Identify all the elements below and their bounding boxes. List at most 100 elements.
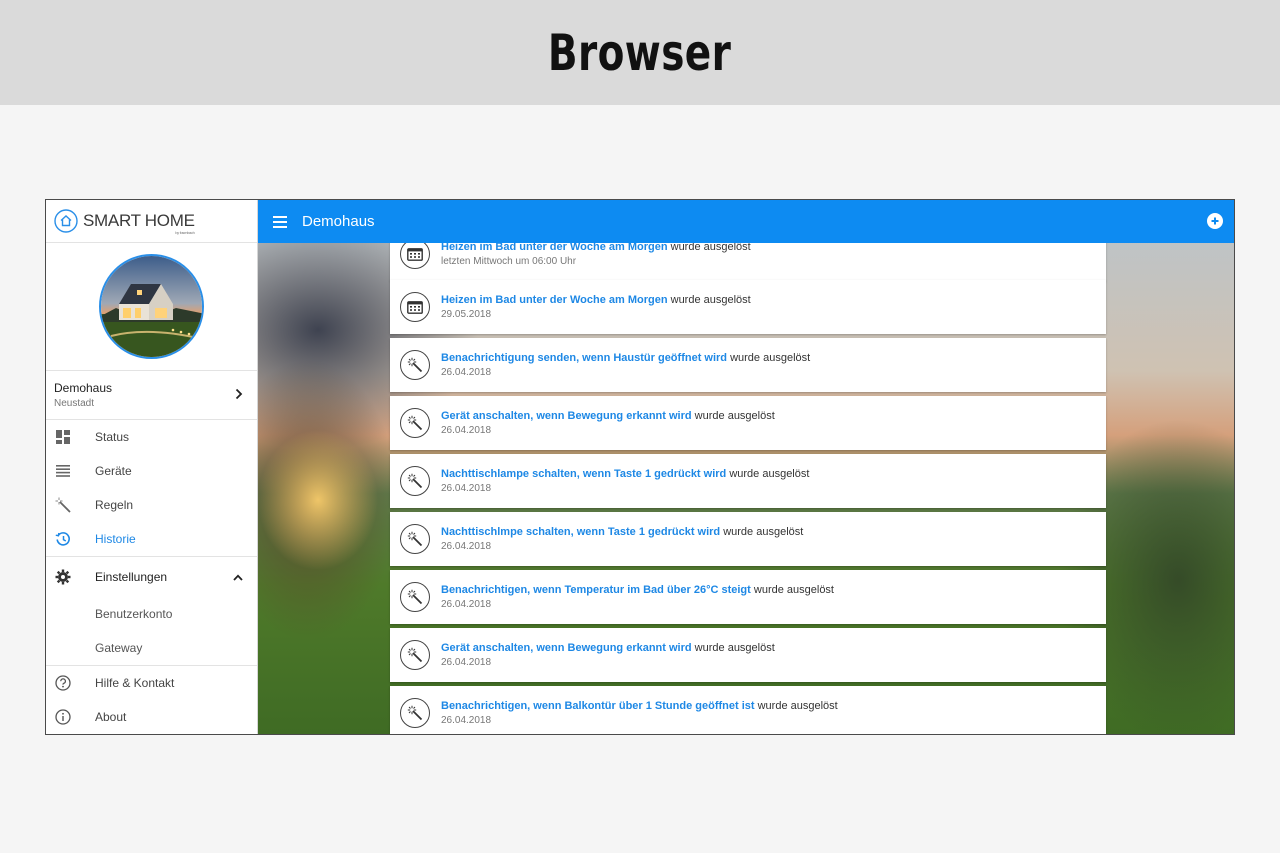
nav-item-about[interactable]: About — [46, 700, 257, 734]
dashboard-icon — [55, 429, 71, 445]
home-avatar[interactable] — [99, 254, 204, 359]
history-icon — [55, 531, 71, 547]
magic-wand-icon — [400, 466, 430, 496]
history-card-title: Nachttischlampe schalten, wenn Taste 1 g… — [441, 468, 809, 480]
history-card[interactable]: Gerät anschalten, wenn Bewegung erkannt … — [390, 628, 1106, 682]
nav-item-status[interactable]: Status — [46, 420, 257, 454]
history-card[interactable]: Nachttischlampe schalten, wenn Taste 1 g… — [390, 454, 1106, 508]
calendar-icon — [400, 239, 430, 269]
history-suffix: wurde ausgelöst — [720, 526, 804, 538]
history-suffix: wurde ausgelöst — [691, 410, 775, 422]
brand-name: SMART HOME by fosmbach — [83, 211, 195, 235]
nav-item-label: Geräte — [95, 464, 132, 478]
history-card[interactable]: Gerät anschalten, wenn Bewegung erkannt … — [390, 396, 1106, 450]
history-date: 26.04.2018 — [441, 657, 492, 668]
chevron-right-icon — [235, 388, 243, 400]
chevron-up-icon — [233, 574, 243, 581]
history-date: 26.04.2018 — [441, 715, 492, 726]
history-date: 26.04.2018 — [441, 599, 492, 610]
banner-title: Browser — [548, 23, 732, 82]
history-card-text: Gerät anschalten, wenn Bewegung erkannt … — [441, 642, 775, 668]
sidebar: SMART HOME by fosmbach Demohaus Neustadt… — [46, 200, 258, 734]
history-card-text: Nachttischlampe schalten, wenn Taste 1 g… — [441, 468, 809, 494]
nav-item-benutzerkonto[interactable]: Benutzerkonto — [46, 597, 257, 631]
brand-header[interactable]: SMART HOME by fosmbach — [46, 200, 257, 243]
history-card-title: Nachttischlmpe schalten, wenn Taste 1 ge… — [441, 526, 803, 538]
nav-item-geraete[interactable]: Geräte — [46, 454, 257, 488]
history-suffix: wurde ausgelöst — [727, 352, 811, 364]
list-icon — [55, 463, 71, 479]
rule-link[interactable]: Heizen im Bad unter der Woche am Morgen — [441, 294, 668, 306]
history-date: 29.05.2018 — [441, 309, 492, 320]
menu-icon[interactable] — [273, 215, 287, 228]
history-date: 26.04.2018 — [441, 541, 492, 552]
home-city: Neustadt — [54, 398, 95, 409]
history-card[interactable]: Benachrichtigen, wenn Temperatur im Bad … — [390, 570, 1106, 624]
nav-item-label: Historie — [95, 532, 136, 546]
history-suffix: wurde ausgelöst — [754, 700, 838, 712]
history-card-title: Gerät anschalten, wenn Bewegung erkannt … — [441, 642, 775, 654]
history-card[interactable]: Benachrichtigen, wenn Balkontür über 1 S… — [390, 686, 1106, 734]
rule-link[interactable]: Benachrichtigen, wenn Balkontür über 1 S… — [441, 700, 755, 712]
nav-item-hilfe[interactable]: Hilfe & Kontakt — [46, 666, 257, 700]
history-card[interactable]: Heizen im Bad unter der Woche am Morgen … — [390, 280, 1106, 334]
rule-link[interactable]: Nachttischlmpe schalten, wenn Taste 1 ge… — [441, 526, 720, 538]
history-card-text: Benachrichtigen, wenn Balkontür über 1 S… — [441, 700, 838, 726]
calendar-icon — [400, 292, 430, 322]
main-nav: Status Geräte Regeln Historie — [46, 420, 257, 556]
history-card-text: Heizen im Bad unter der Woche am Morgen … — [441, 294, 751, 320]
magic-wand-icon — [400, 408, 430, 438]
rule-link[interactable]: Gerät anschalten, wenn Bewegung erkannt … — [441, 410, 692, 422]
nav-item-label: About — [95, 710, 127, 724]
brand-sub: by fosmbach — [175, 230, 195, 235]
page-banner: Browser — [0, 0, 1280, 105]
nav-item-gateway[interactable]: Gateway — [46, 631, 257, 665]
history-card-text: Benachrichtigen, wenn Temperatur im Bad … — [441, 584, 834, 610]
house-logo-icon — [54, 209, 78, 233]
magic-wand-icon — [400, 582, 430, 612]
history-suffix: wurde ausgelöst — [667, 294, 751, 306]
app-bar: Demohaus — [258, 200, 1234, 243]
magic-wand-icon — [400, 698, 430, 728]
history-card-text: Nachttischlmpe schalten, wenn Taste 1 ge… — [441, 526, 803, 552]
rule-link[interactable]: Benachrichtigung senden, wenn Haustür ge… — [441, 352, 727, 364]
rule-link[interactable]: Benachrichtigen, wenn Temperatur im Bad … — [441, 584, 751, 596]
help-icon — [55, 675, 71, 691]
history-card-title: Benachrichtigen, wenn Balkontür über 1 S… — [441, 700, 838, 712]
brand-name-text: SMART HOME — [83, 211, 195, 230]
nav-item-label: Regeln — [95, 498, 134, 512]
magic-wand-icon — [400, 524, 430, 554]
history-card-text: Heizen im Bad unter der Woche am Morgen … — [441, 241, 751, 267]
history-suffix: wurde ausgelöst — [750, 584, 834, 596]
nav-item-label: Hilfe & Kontakt — [95, 676, 175, 690]
home-name: Demohaus — [54, 381, 113, 395]
nav-item-regeln[interactable]: Regeln — [46, 488, 257, 522]
history-date: 26.04.2018 — [441, 425, 492, 436]
history-card-title: Benachrichtigung senden, wenn Haustür ge… — [441, 352, 810, 364]
history-date: 26.04.2018 — [441, 367, 492, 378]
history-suffix: wurde ausgelöst — [691, 642, 775, 654]
magic-wand-icon — [400, 640, 430, 670]
avatar-section — [46, 243, 257, 371]
rule-link[interactable]: Nachttischlampe schalten, wenn Taste 1 g… — [441, 468, 726, 480]
nav-item-label: Benutzerkonto — [95, 607, 173, 621]
main-content: Demohaus Heizen im Bad unter der Woche a… — [258, 200, 1234, 734]
nav-item-historie[interactable]: Historie — [46, 522, 257, 556]
magic-wand-icon — [55, 497, 71, 513]
home-selector[interactable]: Demohaus Neustadt — [46, 371, 257, 420]
add-circle-icon[interactable] — [1207, 213, 1223, 229]
history-date: 26.04.2018 — [441, 483, 492, 494]
history-card-text: Gerät anschalten, wenn Bewegung erkannt … — [441, 410, 775, 436]
history-date: letzten Mittwoch um 06:00 Uhr — [441, 256, 577, 267]
history-card[interactable]: Benachrichtigung senden, wenn Haustür ge… — [390, 338, 1106, 392]
nav-item-label: Gateway — [95, 641, 143, 655]
history-suffix: wurde ausgelöst — [726, 468, 810, 480]
page-title: Demohaus — [302, 213, 375, 230]
house-photo — [101, 256, 202, 357]
history-card-title: Gerät anschalten, wenn Bewegung erkannt … — [441, 410, 775, 422]
nav-item-einstellungen[interactable]: Einstellungen — [46, 557, 257, 597]
history-card[interactable]: Nachttischlmpe schalten, wenn Taste 1 ge… — [390, 512, 1106, 566]
rule-link[interactable]: Gerät anschalten, wenn Bewegung erkannt … — [441, 642, 692, 654]
magic-wand-icon — [400, 350, 430, 380]
app-window: SMART HOME by fosmbach Demohaus Neustadt… — [45, 199, 1235, 735]
